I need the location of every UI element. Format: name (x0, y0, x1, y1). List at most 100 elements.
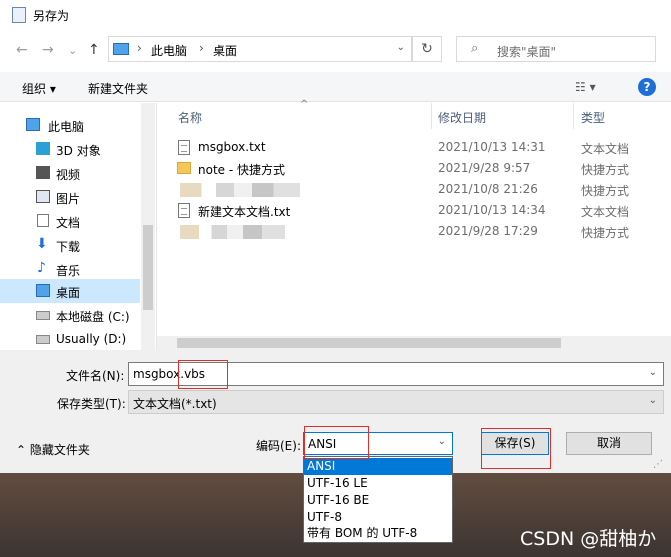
hide-folders-label: 隐藏文件夹 (29, 443, 90, 457)
column-header-date[interactable]: 修改日期 (438, 109, 486, 126)
file-name: note - 快捷方式 (198, 163, 285, 177)
file-row[interactable]: note - 快捷方式 2021/9/28 9:57 快捷方式 (157, 158, 671, 179)
picture-icon (36, 190, 50, 203)
save-type-value: 文本文档(*.txt) (133, 397, 217, 411)
sidebar-item-this-pc[interactable]: 此电脑 (0, 113, 140, 137)
sidebar-item-3d-objects[interactable]: 3D 对象 (0, 137, 140, 161)
sidebar-item-label: Usually (D:) (56, 332, 127, 346)
title-bar: 另存为 (0, 0, 671, 30)
sidebar-item-documents[interactable]: 文档 (0, 209, 140, 233)
resize-grip-icon[interactable]: ⋰ (653, 459, 663, 470)
filename-label: 文件名(N): (66, 369, 125, 383)
search-placeholder: 搜索"桌面" (497, 45, 557, 59)
chevron-down-icon[interactable]: ⌄ (438, 436, 446, 447)
chevron-down-icon[interactable]: ⌄ (649, 395, 657, 406)
download-icon: ⬇ (36, 236, 48, 252)
file-date: 2021/9/28 9:57 (438, 161, 531, 175)
file-name: msgbox.txt (198, 140, 266, 154)
save-as-dialog: 另存为 ← → ⌄ ↑ › 此电脑 › 桌面 ⌄ ↻ ⌕ 搜索"桌面" 组织 ▾… (0, 0, 671, 473)
sidebar-item-pictures[interactable]: 图片 (0, 185, 140, 209)
sidebar-item-label: 视频 (56, 168, 81, 182)
encoding-dropdown-list: ANSI UTF-16 LE UTF-16 BE UTF-8 带有 BOM 的 … (303, 456, 453, 543)
new-folder-button[interactable]: 新建文件夹 (88, 80, 148, 97)
sidebar-item-music[interactable]: ♪ 音乐 (0, 257, 140, 281)
chevron-down-icon[interactable]: ⌄ (397, 42, 405, 53)
save-type-label: 保存类型(T): (57, 397, 126, 411)
encoding-option-utf8[interactable]: UTF-8 (304, 509, 452, 526)
breadcrumb-separator: › (199, 41, 204, 55)
command-toolbar: 组织 ▾ 新建文件夹 ☷ ▾ (0, 72, 671, 102)
sort-ascending-icon: ^ (300, 99, 309, 110)
file-row[interactable]: 2021/10/8 21:26 快捷方式 (157, 179, 671, 200)
file-type: 快捷方式 (581, 163, 630, 177)
encoding-option-utf16be[interactable]: UTF-16 BE (304, 492, 452, 509)
file-date: 2021/10/13 14:34 (438, 203, 546, 217)
computer-icon (113, 43, 129, 55)
horizontal-scrollbar-thumb[interactable] (177, 338, 561, 348)
cancel-button[interactable]: 取消 (566, 432, 652, 455)
music-icon: ♪ (37, 260, 46, 276)
file-type: 文本文档 (581, 205, 630, 219)
view-options-icon[interactable]: ☷ ▾ (575, 80, 596, 94)
sidebar-item-label: 3D 对象 (56, 144, 101, 158)
sidebar-scrollbar-thumb[interactable] (143, 225, 153, 310)
file-list: ^ 名称 修改日期 类型 msgbox.txt 2021/10/13 14:31… (157, 99, 671, 350)
refresh-button[interactable]: ↻ (412, 36, 442, 62)
hide-folders-toggle[interactable]: ⌃ 隐藏文件夹 (16, 441, 90, 458)
drive-icon (36, 311, 50, 320)
chevron-down-icon[interactable]: ⌄ (649, 367, 657, 378)
forward-icon[interactable]: → (42, 42, 54, 58)
sidebar-item-usually-d[interactable]: Usually (D:) (0, 327, 140, 350)
file-type: 快捷方式 (581, 184, 630, 198)
document-icon (37, 214, 49, 227)
recent-locations-icon[interactable]: ⌄ (68, 44, 77, 57)
breadcrumb-this-pc[interactable]: 此电脑 (151, 42, 187, 59)
encoding-label: 编码(E): (256, 439, 301, 453)
desktop-icon (36, 284, 50, 297)
drive-icon (36, 335, 50, 344)
sidebar-item-label: 图片 (56, 192, 81, 206)
organize-menu[interactable]: 组织 ▾ (22, 80, 56, 97)
video-icon (36, 166, 50, 179)
address-bar[interactable]: › 此电脑 › 桌面 ⌄ (108, 36, 412, 62)
sidebar-item-label: 此电脑 (48, 120, 85, 134)
annotation-box (178, 360, 228, 389)
sidebar-item-local-disk-c[interactable]: 本地磁盘 (C:) (0, 303, 140, 327)
column-header-name[interactable]: 名称 (178, 109, 202, 126)
sidebar-item-downloads[interactable]: ⬇ 下载 (0, 233, 140, 257)
help-icon[interactable]: ? (638, 78, 656, 96)
column-divider[interactable] (573, 103, 574, 129)
text-file-icon (178, 140, 190, 155)
sidebar-item-videos[interactable]: 视频 (0, 161, 140, 185)
file-row[interactable]: 新建文本文档.txt 2021/10/13 14:34 文本文档 (157, 200, 671, 221)
search-input[interactable]: ⌕ 搜索"桌面" (456, 36, 656, 62)
save-type-select[interactable]: 文本文档(*.txt) ⌄ (128, 390, 664, 414)
file-row[interactable]: 2021/9/28 17:29 快捷方式 (157, 221, 671, 242)
sidebar-item-desktop[interactable]: 桌面 (0, 279, 140, 303)
encoding-option-ansi[interactable]: ANSI (304, 458, 452, 475)
back-icon[interactable]: ← (16, 42, 28, 58)
up-icon[interactable]: ↑ (88, 42, 100, 58)
search-icon: ⌕ (471, 41, 479, 56)
watermark: CSDN @甜柚か (520, 528, 657, 550)
annotation-box (481, 428, 551, 469)
column-header-type[interactable]: 类型 (581, 109, 605, 126)
chevron-up-icon: ⌃ (16, 443, 30, 457)
sidebar-item-label: 音乐 (56, 264, 81, 278)
encoding-option-utf8-bom[interactable]: 带有 BOM 的 UTF-8 (304, 525, 452, 542)
breadcrumb-separator: › (137, 41, 142, 55)
file-date: 2021/10/8 21:26 (438, 182, 538, 196)
file-row[interactable]: msgbox.txt 2021/10/13 14:31 文本文档 (157, 137, 671, 158)
file-date: 2021/10/13 14:31 (438, 140, 546, 154)
sidebar-item-label: 下载 (56, 240, 81, 254)
notepad-icon (12, 7, 26, 23)
sidebar-item-label: 文档 (56, 216, 81, 230)
breadcrumb-desktop[interactable]: 桌面 (213, 42, 237, 59)
cube-icon (36, 142, 50, 155)
column-divider[interactable] (431, 103, 432, 129)
navigation-pane: 此电脑 3D 对象 视频 图片 文档 ⬇ 下载 ♪ 音乐 桌面 本地磁盘 (C:… (0, 103, 155, 350)
sidebar-item-label: 本地磁盘 (C:) (56, 310, 130, 324)
file-type: 文本文档 (581, 142, 630, 156)
file-name: 新建文本文档.txt (198, 205, 291, 219)
encoding-option-utf16le[interactable]: UTF-16 LE (304, 475, 452, 492)
